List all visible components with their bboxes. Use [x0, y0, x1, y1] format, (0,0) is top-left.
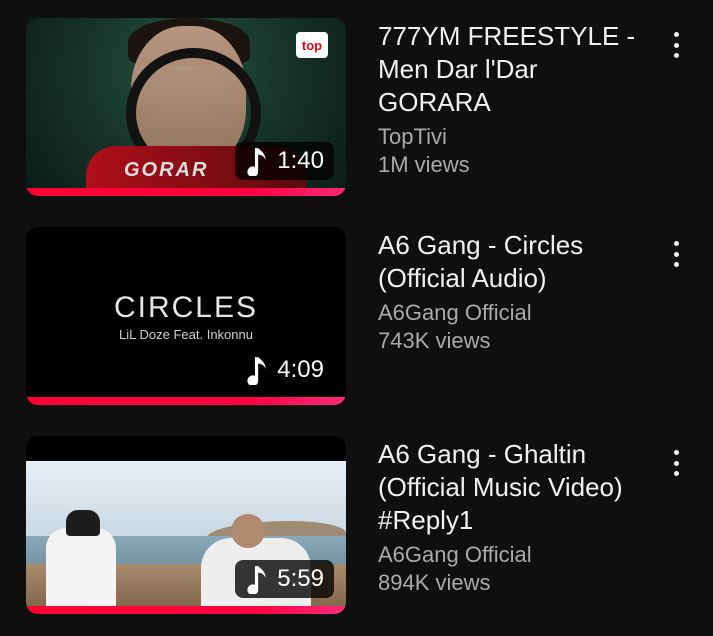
- thumbnail-person-hat: [66, 510, 100, 536]
- video-info: 777YM FREESTYLE - Men Dar l'Dar GORARA T…: [378, 20, 650, 179]
- duration-text: 1:40: [277, 147, 324, 174]
- duration-badge: 5:59: [235, 560, 334, 598]
- more-options-button[interactable]: [664, 237, 688, 271]
- view-count: 894K views: [378, 570, 491, 595]
- video-thumbnail[interactable]: CIRCLES LiL Doze Feat. Inkonnu 4:09: [26, 227, 346, 405]
- more-vert-icon: [673, 450, 679, 455]
- channel-name[interactable]: TopTivi: [378, 123, 650, 151]
- view-count: 1M views: [378, 152, 470, 177]
- video-thumbnail[interactable]: 5:59: [26, 436, 346, 614]
- channel-logo: top: [296, 32, 328, 58]
- thumbnail-person: [46, 528, 116, 614]
- thumbnail-brand-text: GORAR: [124, 159, 209, 181]
- duration-badge: 1:40: [235, 142, 334, 180]
- music-note-icon: [247, 357, 266, 385]
- watch-progress-bar: [26, 397, 346, 405]
- video-item[interactable]: top GORAR 1:40 777YM FREESTYLE - Men Dar…: [0, 18, 713, 198]
- view-count: 743K views: [378, 328, 491, 353]
- video-info: A6 Gang - Circles (Official Audio) A6Gan…: [378, 229, 650, 355]
- video-item[interactable]: CIRCLES LiL Doze Feat. Inkonnu 4:09 A6 G…: [0, 227, 713, 407]
- video-item[interactable]: 5:59 A6 Gang - Ghaltin (Official Music V…: [0, 436, 713, 616]
- more-vert-icon: [673, 32, 679, 37]
- duration-text: 4:09: [277, 356, 324, 383]
- music-note-icon: [247, 148, 266, 176]
- music-note-icon: [247, 566, 266, 594]
- video-title[interactable]: 777YM FREESTYLE - Men Dar l'Dar GORARA: [378, 20, 650, 119]
- watch-progress-bar: [26, 188, 346, 196]
- letterbox-bar: [26, 436, 346, 461]
- duration-badge: 4:09: [235, 351, 334, 389]
- watch-progress-bar: [26, 606, 346, 614]
- thumbnail-subtitle-text: LiL Doze Feat. Inkonnu: [119, 327, 253, 342]
- video-info: A6 Gang - Ghaltin (Official Music Video)…: [378, 438, 650, 597]
- channel-name[interactable]: A6Gang Official: [378, 299, 650, 327]
- thumbnail-title-text: CIRCLES: [113, 291, 259, 324]
- more-vert-icon: [673, 241, 679, 246]
- video-title[interactable]: A6 Gang - Ghaltin (Official Music Video)…: [378, 438, 650, 537]
- channel-name[interactable]: A6Gang Official: [378, 541, 650, 569]
- video-thumbnail[interactable]: top GORAR 1:40: [26, 18, 346, 196]
- video-title[interactable]: A6 Gang - Circles (Official Audio): [378, 229, 650, 295]
- more-options-button[interactable]: [664, 28, 688, 62]
- more-options-button[interactable]: [664, 446, 688, 480]
- duration-text: 5:59: [277, 565, 324, 592]
- thumbnail-person-head: [231, 514, 265, 548]
